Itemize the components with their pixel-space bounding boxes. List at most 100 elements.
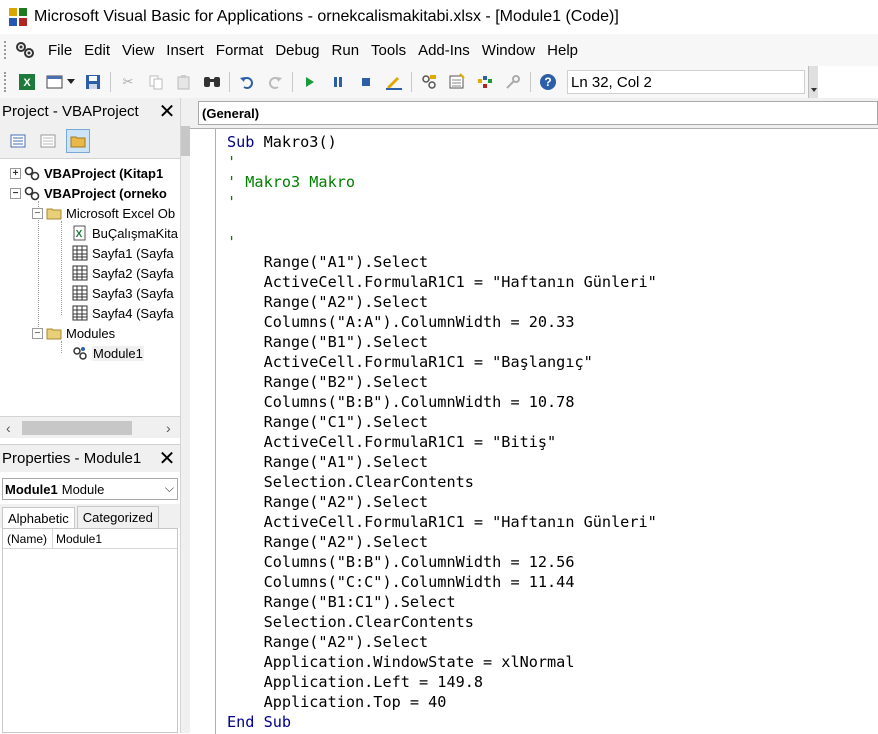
- code-line[interactable]: Selection.ClearContents: [227, 472, 657, 492]
- menu-grip[interactable]: [4, 41, 12, 59]
- code-line[interactable]: Application.Top = 40: [227, 692, 657, 712]
- scroll-left-icon[interactable]: ‹: [6, 420, 11, 436]
- menu-tools[interactable]: Tools: [371, 42, 406, 59]
- collapse-icon[interactable]: −: [32, 207, 43, 219]
- scroll-thumb[interactable]: [181, 126, 190, 156]
- code-line[interactable]: Range("A1").Select: [227, 452, 657, 472]
- expand-icon[interactable]: +: [10, 167, 21, 179]
- menu-help[interactable]: Help: [547, 42, 578, 59]
- tree-node-sheet1[interactable]: Sayfa1 (Sayfa: [72, 243, 174, 263]
- toolbox-icon[interactable]: [502, 71, 524, 93]
- cut-icon[interactable]: ✂: [117, 71, 139, 93]
- paste-icon[interactable]: [173, 71, 195, 93]
- excel-icon[interactable]: X: [16, 71, 38, 93]
- code-line[interactable]: [227, 212, 657, 232]
- help-icon[interactable]: ?: [537, 71, 559, 93]
- tree-node-sheet4[interactable]: Sayfa4 (Sayfa: [72, 303, 174, 323]
- tree-node-vbaproject-kitap1[interactable]: + VBAProject (Kitap1: [10, 163, 163, 183]
- copy-icon[interactable]: [145, 71, 167, 93]
- project-tree-horizontal-scrollbar[interactable]: ‹ ›: [0, 416, 180, 438]
- code-line[interactable]: Application.WindowState = xlNormal: [227, 652, 657, 672]
- view-object-icon[interactable]: [36, 129, 60, 153]
- menu-run[interactable]: Run: [332, 42, 360, 59]
- menu-format[interactable]: Format: [216, 42, 264, 59]
- code-margin-indicator-bar[interactable]: [198, 129, 216, 734]
- code-line[interactable]: ActiveCell.FormulaR1C1 = "Bitiş": [227, 432, 657, 452]
- code-line[interactable]: Columns("A:A").ColumnWidth = 20.33: [227, 312, 657, 332]
- code-line[interactable]: ': [227, 232, 657, 252]
- code-line[interactable]: Range("A1").Select: [227, 252, 657, 272]
- collapse-icon[interactable]: −: [32, 327, 43, 339]
- code-line[interactable]: Range("A2").Select: [227, 532, 657, 552]
- code-line[interactable]: Range("A2").Select: [227, 292, 657, 312]
- tree-node-modules[interactable]: − Modules: [32, 323, 115, 343]
- undo-icon[interactable]: [236, 71, 258, 93]
- code-line[interactable]: ' Makro3 Makro: [227, 172, 657, 192]
- design-mode-icon[interactable]: [383, 71, 405, 93]
- code-line[interactable]: Columns("B:B").ColumnWidth = 10.78: [227, 392, 657, 412]
- collapse-icon[interactable]: −: [10, 187, 21, 199]
- menu-debug[interactable]: Debug: [275, 42, 319, 59]
- tree-node-excel-objects[interactable]: − Microsoft Excel Ob: [32, 203, 175, 223]
- property-row[interactable]: (Name) Module1: [3, 529, 177, 549]
- tab-alphabetic[interactable]: Alphabetic: [2, 507, 75, 529]
- code-line[interactable]: ': [227, 192, 657, 212]
- code-line[interactable]: ': [227, 152, 657, 172]
- code-line[interactable]: Range("B1:C1").Select: [227, 592, 657, 612]
- menu-add-ins[interactable]: Add-Ins: [418, 42, 470, 59]
- tree-node-vbaproject-ornek[interactable]: − VBAProject (orneko: [10, 183, 167, 203]
- properties-window-icon[interactable]: [446, 71, 468, 93]
- vba-project-menu-icon[interactable]: [14, 39, 36, 61]
- code-line[interactable]: ActiveCell.FormulaR1C1 = "Haftanın Günle…: [227, 272, 657, 292]
- menu-file[interactable]: File: [48, 42, 72, 59]
- code-line[interactable]: Range("A2").Select: [227, 632, 657, 652]
- code-line[interactable]: Range("B2").Select: [227, 372, 657, 392]
- menu-window[interactable]: Window: [482, 42, 535, 59]
- code-line[interactable]: Sub Makro3(): [227, 132, 657, 152]
- object-browser-icon[interactable]: [474, 71, 496, 93]
- tree-node-module1[interactable]: Module1: [72, 343, 144, 363]
- reset-icon[interactable]: [355, 71, 377, 93]
- code-line[interactable]: ActiveCell.FormulaR1C1 = "Başlangıç": [227, 352, 657, 372]
- properties-object-select[interactable]: Module1 Module ⌵: [2, 478, 178, 500]
- scroll-thumb[interactable]: [22, 421, 132, 435]
- code-line[interactable]: Range("A2").Select: [227, 492, 657, 512]
- save-icon[interactable]: [82, 71, 104, 93]
- code-lines[interactable]: Sub Makro3() ' ' Makro3 Makro ' ' Range("A1…: [227, 132, 657, 732]
- project-explorer-icon[interactable]: [418, 71, 440, 93]
- redo-icon[interactable]: [264, 71, 286, 93]
- menu-edit[interactable]: Edit: [84, 42, 110, 59]
- property-value[interactable]: Module1: [53, 532, 102, 546]
- tree-node-sheet3[interactable]: Sayfa3 (Sayfa: [72, 283, 174, 303]
- code-line[interactable]: Range("C1").Select: [227, 412, 657, 432]
- code-line[interactable]: ActiveCell.FormulaR1C1 = "Haftanın Günle…: [227, 512, 657, 532]
- toolbar-overflow-button[interactable]: [808, 66, 818, 98]
- code-editor[interactable]: Sub Makro3() ' ' Makro3 Makro ' ' Range("A1…: [190, 128, 878, 734]
- menu-view[interactable]: View: [122, 42, 154, 59]
- close-properties-icon[interactable]: ✕: [156, 448, 178, 470]
- scroll-right-icon[interactable]: ›: [166, 420, 171, 436]
- code-line[interactable]: Application.Left = 149.8: [227, 672, 657, 692]
- project-tree: + VBAProject (Kitap1 − VBAProject (ornek…: [0, 158, 180, 416]
- view-code-icon[interactable]: [6, 129, 30, 153]
- code-line[interactable]: Columns("C:C").ColumnWidth = 11.44: [227, 572, 657, 592]
- find-icon[interactable]: [201, 71, 223, 93]
- pane-splitter[interactable]: [180, 98, 190, 733]
- break-icon[interactable]: [327, 71, 349, 93]
- chevron-down-icon[interactable]: ⌵: [165, 481, 174, 496]
- object-combo[interactable]: (General): [198, 101, 878, 125]
- toolbar-grip[interactable]: [4, 72, 10, 92]
- code-line[interactable]: Columns("B:B").ColumnWidth = 12.56: [227, 552, 657, 572]
- tab-categorized[interactable]: Categorized: [76, 506, 159, 528]
- code-line[interactable]: Selection.ClearContents: [227, 612, 657, 632]
- insert-userform-icon[interactable]: [44, 71, 66, 93]
- close-project-explorer-icon[interactable]: ✕: [156, 100, 178, 123]
- tree-node-workbook[interactable]: X BuÇalışmaKita: [72, 223, 178, 243]
- chevron-down-icon[interactable]: [66, 71, 76, 93]
- toggle-folders-icon[interactable]: [66, 129, 90, 153]
- code-line[interactable]: End Sub: [227, 712, 657, 732]
- run-icon[interactable]: [299, 71, 321, 93]
- tree-node-sheet2[interactable]: Sayfa2 (Sayfa: [72, 263, 174, 283]
- menu-insert[interactable]: Insert: [166, 42, 204, 59]
- code-line[interactable]: Range("B1").Select: [227, 332, 657, 352]
